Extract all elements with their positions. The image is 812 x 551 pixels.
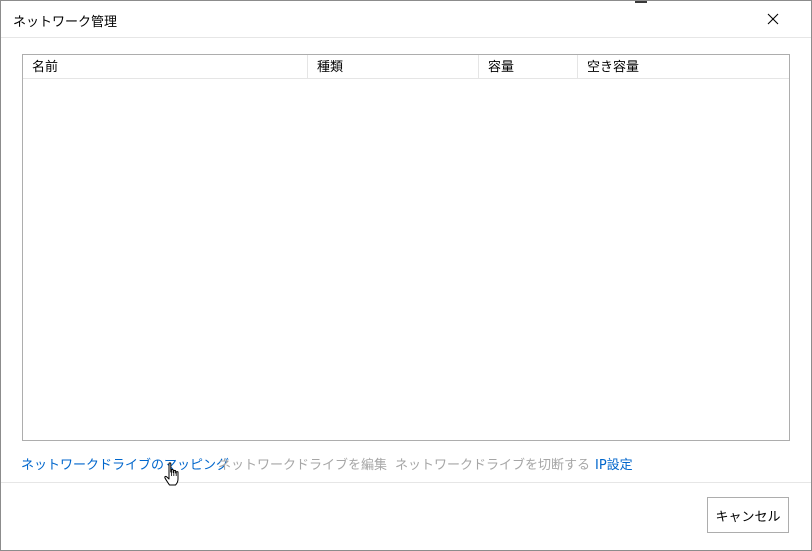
close-button[interactable] xyxy=(756,4,790,34)
dialog-title: ネットワーク管理 xyxy=(13,15,118,30)
title-bar: ネットワーク管理 xyxy=(1,1,811,37)
map-network-drive-link[interactable]: ネットワークドライブのマッピング xyxy=(21,454,229,473)
close-icon xyxy=(767,13,779,25)
edit-network-drive-link[interactable]: ネットワークドライブを編集 xyxy=(218,454,387,473)
network-management-dialog: ネットワーク管理 名前 種類 容量 空き容量 ネットワークドライブのマッピング … xyxy=(0,0,812,551)
hand-pointer-icon xyxy=(164,462,179,486)
network-drive-list[interactable]: 名前 種類 容量 空き容量 xyxy=(22,54,790,441)
title-divider xyxy=(1,37,811,38)
footer-divider xyxy=(1,482,811,483)
table-header: 名前 種類 容量 空き容量 xyxy=(23,55,789,79)
column-header-free-space[interactable]: 空き容量 xyxy=(578,55,789,78)
disconnect-network-drive-link[interactable]: ネットワークドライブを切断する xyxy=(395,454,590,473)
column-header-capacity[interactable]: 容量 xyxy=(479,55,577,78)
column-header-type[interactable]: 種類 xyxy=(308,55,478,78)
ip-settings-link[interactable]: IP設定 xyxy=(595,454,633,473)
cancel-button[interactable]: キャンセル xyxy=(707,497,789,533)
column-header-name[interactable]: 名前 xyxy=(23,55,307,78)
